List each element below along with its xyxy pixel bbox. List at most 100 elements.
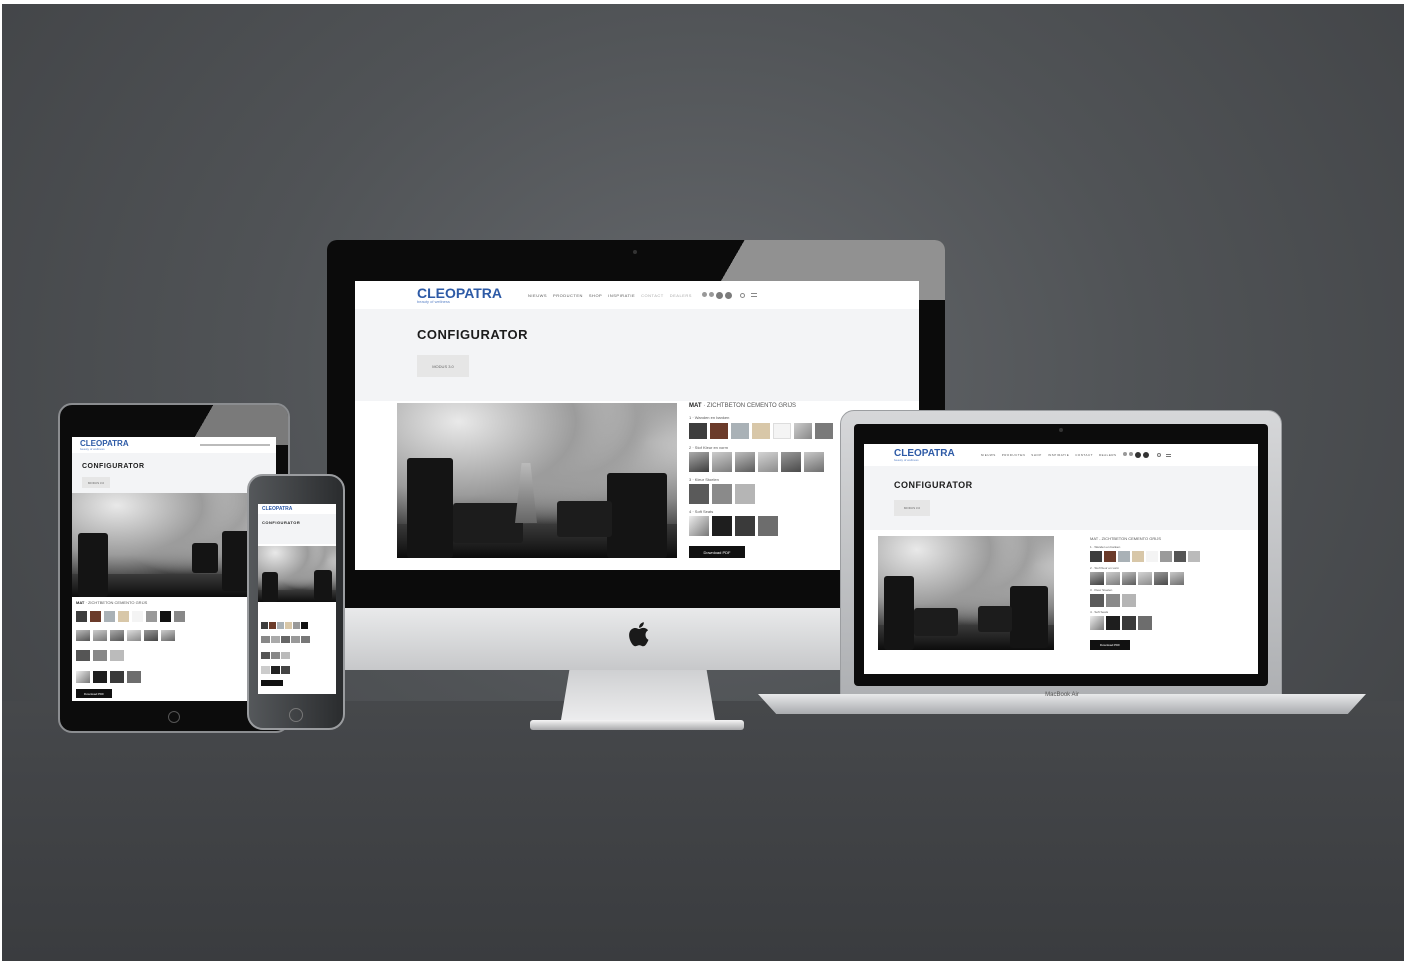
swatch[interactable] — [689, 452, 709, 472]
swatch[interactable] — [1154, 572, 1168, 585]
swatch[interactable] — [110, 630, 124, 641]
nav-item-dealers[interactable]: DEALERS — [670, 293, 692, 298]
swatch[interactable] — [804, 452, 824, 472]
download-pdf-button[interactable]: Download PDF — [1090, 640, 1130, 650]
swatch[interactable] — [1138, 616, 1152, 630]
search-icon[interactable] — [1156, 453, 1161, 457]
swatch[interactable] — [76, 671, 90, 683]
swatch[interactable] — [110, 650, 124, 661]
brand-logo[interactable]: CLEOPATRA — [262, 506, 292, 512]
brand-logo[interactable]: CLEOPATRA beauty of wellness — [80, 439, 129, 451]
swatch[interactable] — [758, 452, 778, 472]
mode-button[interactable]: MODUS 3.0 — [417, 355, 469, 377]
nav-item-dealers[interactable]: DEALERS — [1099, 453, 1117, 457]
swatch[interactable] — [93, 671, 107, 683]
swatch[interactable] — [261, 636, 270, 643]
social-icons[interactable] — [701, 291, 740, 299]
swatch[interactable] — [1138, 572, 1152, 585]
swatch[interactable] — [277, 622, 284, 629]
swatch[interactable] — [146, 611, 157, 622]
swatch[interactable] — [144, 630, 158, 641]
swatch[interactable] — [285, 622, 292, 629]
swatch[interactable] — [281, 666, 290, 674]
swatch[interactable] — [281, 636, 290, 643]
swatch[interactable] — [1170, 572, 1184, 585]
swatch[interactable] — [712, 516, 732, 536]
swatch[interactable] — [735, 452, 755, 472]
swatch[interactable] — [1146, 551, 1158, 562]
swatch[interactable] — [301, 622, 308, 629]
nav-item-producten[interactable]: PRODUCTEN — [1002, 453, 1026, 457]
swatch[interactable] — [281, 652, 290, 659]
nav-item-nieuws[interactable]: NIEUWS — [528, 293, 547, 298]
swatch[interactable] — [132, 611, 143, 622]
download-pdf-button[interactable]: Download PDF — [76, 689, 112, 698]
swatch[interactable] — [1122, 572, 1136, 585]
swatch[interactable] — [735, 516, 755, 536]
swatch[interactable] — [174, 611, 185, 622]
swatch[interactable] — [1160, 551, 1172, 562]
main-nav[interactable] — [200, 444, 270, 446]
swatch[interactable] — [93, 650, 107, 661]
swatch[interactable] — [127, 630, 141, 641]
swatch[interactable] — [90, 611, 101, 622]
swatch[interactable] — [118, 611, 129, 622]
swatch[interactable] — [1122, 616, 1136, 630]
swatch[interactable] — [271, 652, 280, 659]
swatch[interactable] — [261, 652, 270, 659]
swatch[interactable] — [1106, 616, 1120, 630]
download-pdf-button[interactable] — [261, 680, 283, 686]
swatch[interactable] — [269, 622, 276, 629]
swatch[interactable] — [1118, 551, 1130, 562]
swatch[interactable] — [1106, 594, 1120, 607]
swatch[interactable] — [1122, 594, 1136, 607]
swatch[interactable] — [712, 452, 732, 472]
swatch[interactable] — [1090, 616, 1104, 630]
swatch[interactable] — [752, 423, 770, 439]
swatch[interactable] — [261, 622, 268, 629]
swatch[interactable] — [293, 622, 300, 629]
home-button-icon[interactable] — [289, 708, 303, 722]
nav-item-inspiratie[interactable]: INSPIRATIE — [1048, 453, 1069, 457]
menu-icon[interactable] — [750, 293, 757, 297]
swatch[interactable] — [76, 611, 87, 622]
swatch[interactable] — [1132, 551, 1144, 562]
brand-logo[interactable]: CLEOPATRA beauty of wellness — [894, 448, 955, 462]
swatch[interactable] — [1188, 551, 1200, 562]
menu-icon[interactable] — [1165, 453, 1171, 457]
swatch[interactable] — [76, 630, 90, 641]
nav-item-shop[interactable]: SHOP — [589, 293, 602, 298]
swatch[interactable] — [758, 516, 778, 536]
swatch[interactable] — [710, 423, 728, 439]
swatch[interactable] — [1104, 551, 1116, 562]
swatch[interactable] — [794, 423, 812, 439]
swatch[interactable] — [1090, 551, 1102, 562]
social-icons[interactable] — [1122, 452, 1157, 458]
swatch[interactable] — [781, 452, 801, 472]
swatch[interactable] — [110, 671, 124, 683]
swatch[interactable] — [160, 611, 171, 622]
home-button-icon[interactable] — [168, 711, 180, 723]
nav-item-shop[interactable]: SHOP — [1031, 453, 1042, 457]
swatch[interactable] — [104, 611, 115, 622]
swatch[interactable] — [815, 423, 833, 439]
swatch[interactable] — [731, 423, 749, 439]
mode-button[interactable]: MODUS 3.0 — [82, 477, 110, 488]
swatch[interactable] — [689, 484, 709, 504]
swatch[interactable] — [1090, 572, 1104, 585]
swatch[interactable] — [76, 650, 90, 661]
swatch[interactable] — [271, 666, 280, 674]
swatch[interactable] — [1174, 551, 1186, 562]
download-pdf-button[interactable]: Download PDF — [689, 546, 745, 558]
swatch[interactable] — [261, 666, 270, 674]
nav-item-contact[interactable]: CONTACT — [1075, 453, 1093, 457]
swatch[interactable] — [689, 516, 709, 536]
swatch[interactable] — [712, 484, 732, 504]
swatch[interactable] — [127, 671, 141, 683]
swatch[interactable] — [161, 630, 175, 641]
swatch[interactable] — [301, 636, 310, 643]
swatch[interactable] — [1090, 594, 1104, 607]
brand-logo[interactable]: CLEOPATRA beauty of wellness — [417, 286, 502, 304]
nav-item-nieuws[interactable]: NIEUWS — [981, 453, 996, 457]
search-icon[interactable] — [739, 292, 745, 298]
